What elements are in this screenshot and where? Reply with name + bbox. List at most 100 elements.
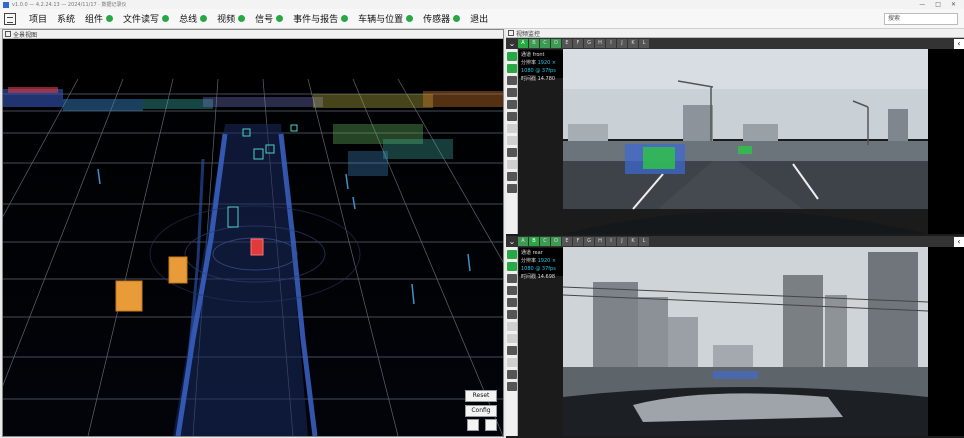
- grid-icon[interactable]: [507, 250, 517, 259]
- settings-icon[interactable]: [485, 419, 497, 431]
- tab-channel[interactable]: G: [584, 237, 594, 246]
- camera-view-icon[interactable]: [467, 419, 479, 431]
- menu-label: 组件: [85, 15, 104, 25]
- label: 时间戳: [521, 274, 537, 280]
- zoom-in-icon[interactable]: [507, 346, 517, 355]
- add-icon[interactable]: [507, 124, 517, 133]
- menu-label: 项目: [29, 15, 48, 25]
- person-icon[interactable]: [507, 274, 517, 283]
- layout-icon[interactable]: [507, 286, 517, 295]
- camera-view-rear: ⌄ A B C D E F G H I J K L ‹ 通道 rear 分辨率 …: [506, 236, 964, 436]
- tab-channel[interactable]: D: [551, 237, 561, 246]
- menu-item-project[interactable]: 项目: [24, 11, 52, 27]
- tab-channel[interactable]: A: [518, 237, 528, 246]
- panel-icon: [5, 31, 11, 37]
- record-icon[interactable]: [507, 184, 517, 193]
- grid-icon[interactable]: [507, 52, 517, 61]
- search-icon[interactable]: [507, 262, 517, 271]
- camera-view-front: ⌄ A B C D E F G H I J K L ‹ 通道 front 分辨率…: [506, 38, 964, 234]
- menu-label: 车辆与位置: [358, 15, 404, 25]
- status-dot-icon: [276, 15, 284, 22]
- tab-channel[interactable]: J: [617, 237, 627, 246]
- zoom-in-icon[interactable]: [507, 148, 517, 157]
- chevron-down-icon[interactable]: ⌄: [506, 39, 518, 48]
- config-button[interactable]: Config: [465, 405, 497, 417]
- menu-item-sensors[interactable]: 传感器: [418, 11, 465, 27]
- tab-channel[interactable]: G: [584, 39, 594, 48]
- video-frame-front[interactable]: [563, 49, 928, 234]
- menu-label: 系统: [57, 15, 76, 25]
- label: 通道: [521, 52, 532, 58]
- remove-icon[interactable]: [507, 136, 517, 145]
- close-icon[interactable]: ✕: [951, 1, 956, 8]
- menu-item-vehicle-position[interactable]: 车辆与位置: [353, 11, 418, 27]
- reset-button[interactable]: Reset: [465, 390, 497, 402]
- video-side-pad: [928, 247, 964, 436]
- menu-label: 信号: [255, 15, 274, 25]
- tab-channel[interactable]: L: [639, 39, 649, 48]
- menu-item-signal[interactable]: 信号: [250, 11, 288, 27]
- menu-item-bus[interactable]: 总线: [174, 11, 212, 27]
- tab-channel[interactable]: K: [628, 237, 638, 246]
- remove-icon[interactable]: [507, 334, 517, 343]
- tab-channel[interactable]: C: [540, 237, 550, 246]
- title-bar: v1.0.0 — 4.2.24.13 — 2024/11/17 · 数据记录仪 …: [0, 0, 964, 9]
- layout-icon[interactable]: [507, 88, 517, 97]
- tab-channel[interactable]: I: [606, 237, 616, 246]
- tab-channel[interactable]: D: [551, 39, 561, 48]
- video-monitor-panel: 视频监控 ⌄ A B C D E F G H I J K L ‹ 通道 fron…: [506, 29, 964, 438]
- tab-channel[interactable]: A: [518, 39, 528, 48]
- status-dot-icon: [200, 15, 208, 22]
- label: 分辨率: [521, 60, 537, 66]
- vehicle-box[interactable]: [115, 280, 143, 312]
- chevron-down-icon[interactable]: ⌄: [506, 237, 518, 246]
- tab-channel[interactable]: J: [617, 39, 627, 48]
- point-cloud-canvas[interactable]: [3, 39, 503, 436]
- list-icon[interactable]: [507, 298, 517, 307]
- record-icon[interactable]: [507, 382, 517, 391]
- menu-item-events-reports[interactable]: 事件与报告: [288, 11, 353, 27]
- tab-channel[interactable]: K: [628, 39, 638, 48]
- menu-item-file-io[interactable]: 文件读写: [118, 11, 174, 27]
- video-frame-rear[interactable]: [563, 247, 928, 436]
- panel-title: 视频监控: [516, 30, 541, 38]
- tab-channel[interactable]: I: [606, 39, 616, 48]
- list-icon[interactable]: [507, 310, 517, 319]
- tab-channel[interactable]: F: [573, 237, 583, 246]
- panel-header: 全景视图: [3, 30, 503, 39]
- tab-channel[interactable]: L: [639, 237, 649, 246]
- add-icon[interactable]: [507, 322, 517, 331]
- window-title: v1.0.0 — 4.2.24.13 — 2024/11/17 · 数据记录仪: [12, 2, 127, 8]
- menu-item-components[interactable]: 组件: [80, 11, 118, 27]
- tab-channel[interactable]: H: [595, 237, 605, 246]
- tab-channel[interactable]: H: [595, 39, 605, 48]
- menu-bar: 项目 系统 组件 文件读写 总线 视频 信号 事件与报告 车辆与位置 传感器 退…: [0, 9, 964, 29]
- collapse-icon[interactable]: ‹: [954, 236, 964, 247]
- camera-icon[interactable]: [507, 172, 517, 181]
- list-icon[interactable]: [507, 100, 517, 109]
- vehicle-box[interactable]: [168, 256, 188, 284]
- camera-icon[interactable]: [507, 370, 517, 379]
- label: 分辨率: [521, 258, 537, 264]
- menu-item-exit[interactable]: 退出: [465, 11, 493, 27]
- menu-toggle-button[interactable]: [4, 12, 16, 25]
- menu-label: 视频: [217, 15, 236, 25]
- search-input[interactable]: 搜索: [884, 12, 958, 25]
- person-icon[interactable]: [507, 76, 517, 85]
- menu-item-system[interactable]: 系统: [52, 11, 80, 27]
- tab-channel[interactable]: F: [573, 39, 583, 48]
- maximize-icon[interactable]: □: [935, 1, 941, 8]
- list-icon[interactable]: [507, 112, 517, 121]
- tab-channel[interactable]: C: [540, 39, 550, 48]
- collapse-icon[interactable]: ‹: [954, 38, 964, 49]
- menu-label: 事件与报告: [293, 15, 339, 25]
- tab-channel[interactable]: E: [562, 39, 572, 48]
- search-icon[interactable]: [507, 64, 517, 73]
- menu-item-video[interactable]: 视频: [212, 11, 250, 27]
- zoom-out-icon[interactable]: [507, 358, 517, 367]
- minimize-icon[interactable]: —: [919, 1, 925, 8]
- zoom-out-icon[interactable]: [507, 160, 517, 169]
- tab-channel[interactable]: B: [529, 39, 539, 48]
- tab-channel[interactable]: E: [562, 237, 572, 246]
- tab-channel[interactable]: B: [529, 237, 539, 246]
